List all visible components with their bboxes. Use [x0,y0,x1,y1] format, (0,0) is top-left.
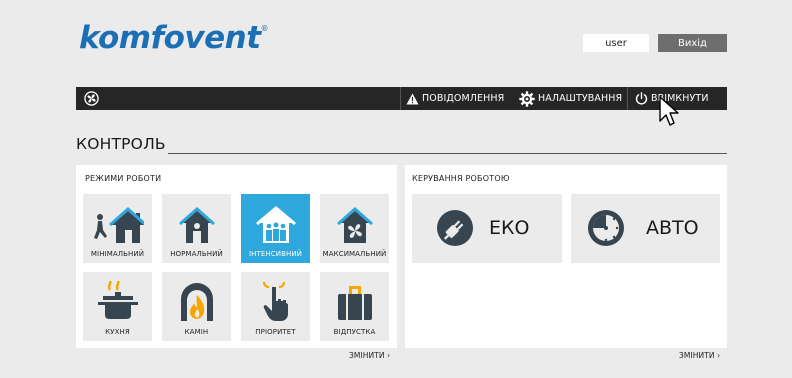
pointing-hand-icon [262,281,288,321]
eco-label: ЕКО [489,217,530,239]
mouse-pointer-icon [659,96,679,126]
eco-plug-icon [437,210,473,246]
house-fan-icon [336,206,373,243]
fireplace-icon [180,283,213,321]
warning-icon [406,93,419,104]
mode-label: КУХНЯ [105,328,130,336]
house-person-walking-icon [93,206,144,243]
mode-label: НОРМАЛЬНИЙ [170,250,223,258]
mode-tile-intensive[interactable]: ІНТЕНСИВНИЙ [241,194,310,263]
mode-label: ІНТЕНСИВНИЙ [248,250,303,258]
auto-mode-button[interactable]: АВТО [571,194,720,263]
page-title: КОНТРОЛЬ [76,135,166,153]
settings-label: НАЛАШТУВАННЯ [538,93,623,104]
cooking-pot-icon [97,281,138,319]
top-navbar: ПОВІДОМЛЕННЯ НАЛАШТУВАННЯ ВВІМКНУТИ [76,87,727,110]
house-group-icon [255,206,296,243]
mode-label: ПРІОРИТЕТ [255,328,296,336]
mode-tile-vacation[interactable]: ВІДПУСТКА [320,272,389,341]
modes-panel-title: РЕЖИМИ РОБОТИ [85,174,162,183]
mode-tile-normal[interactable]: НОРМАЛЬНИЙ [162,194,231,263]
username-display: user [583,34,649,52]
mode-tile-minimal[interactable]: МІНІМАЛЬНИЙ [83,194,152,263]
mode-label: МАКСИМАЛЬНИЙ [322,250,387,258]
nav-divider [627,87,628,110]
eco-mode-button[interactable]: ЕКО [412,194,562,263]
nav-divider [400,87,401,110]
mode-tile-fireplace[interactable]: КАМІН [162,272,231,341]
auto-label: АВТО [646,217,699,239]
modes-panel: РЕЖИМИ РОБОТИ МІНІМАЛЬНИЙ НОРМАЛЬНИЙ ІНТ… [76,165,397,348]
control-change-link[interactable]: ЗМІНИТИ › [679,351,720,360]
clock-icon [588,210,624,246]
notifications-label: ПОВІДОМЛЕННЯ [422,93,505,104]
notifications-menu[interactable]: ПОВІДОМЛЕННЯ [406,87,504,110]
komfovent-logo: komfovent® [79,20,269,56]
gear-icon [519,90,535,107]
control-panel-title: КЕРУВАННЯ РОБОТОЮ [412,174,510,183]
house-person-icon [178,206,215,243]
suitcase-icon [337,286,372,320]
logout-button[interactable]: Вихід [658,34,727,52]
mode-label: КАМІН [184,328,209,336]
power-icon [635,92,648,105]
fan-icon[interactable] [84,91,99,106]
mode-label: МІНІМАЛЬНИЙ [90,250,145,258]
mode-tile-kitchen[interactable]: КУХНЯ [83,272,152,341]
modes-change-link[interactable]: ЗМІНИТИ › [349,351,390,360]
mode-tile-priority[interactable]: ПРІОРИТЕТ [241,272,310,341]
operation-control-panel: КЕРУВАННЯ РОБОТОЮ ЕКО АВТО [405,165,727,348]
settings-menu[interactable]: НАЛАШТУВАННЯ [519,87,622,110]
mode-label: ВІДПУСТКА [333,328,376,336]
title-divider [168,153,727,154]
mode-tile-maximum[interactable]: МАКСИМАЛЬНИЙ [320,194,389,263]
